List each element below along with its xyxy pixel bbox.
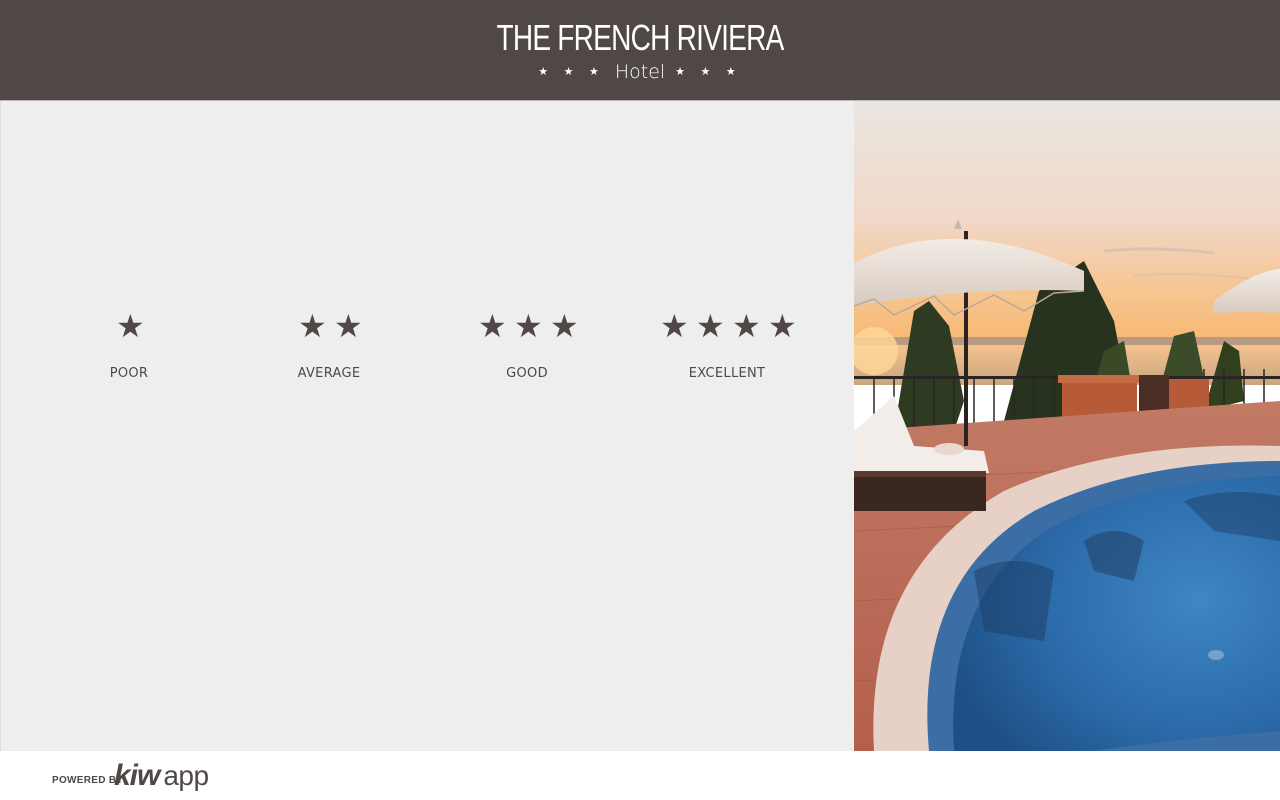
star-icon: ★ <box>660 307 689 345</box>
star-icon-group: ★ ★ ★ <box>427 306 627 346</box>
star-icon: ★ <box>732 307 761 345</box>
rating-option-poor[interactable]: ★ POOR <box>29 306 229 386</box>
decorative-stars-left-icon: ★ ★ ★ <box>538 65 605 78</box>
star-icon: ★ <box>514 307 543 345</box>
powered-by-text: POWERED BY <box>52 775 124 786</box>
star-icon: ★ <box>768 307 797 345</box>
rating-panel: ★ POOR ★ ★ AVERAGE ★ ★ ★ GOOD ★ ★ ★ ★ EX… <box>0 101 854 751</box>
rating-option-good[interactable]: ★ ★ ★ GOOD <box>427 306 627 386</box>
rating-option-average[interactable]: ★ ★ AVERAGE <box>229 306 429 386</box>
hotel-subtitle: Hotel <box>614 61 666 83</box>
star-icon-group: ★ ★ <box>229 306 429 346</box>
kiwapp-logo: kiw app <box>114 759 209 793</box>
hotel-pool-photo <box>854 101 1280 751</box>
star-icon: ★ <box>334 307 363 345</box>
star-icon-group: ★ <box>29 306 229 346</box>
star-icon: ★ <box>478 307 507 345</box>
star-icon: ★ <box>116 307 145 345</box>
hotel-subtitle-row: ★ ★ ★ Hotel ★ ★ ★ <box>0 60 1280 84</box>
rating-label: POOR <box>109 366 149 381</box>
rating-label: EXCELLENT <box>688 366 766 381</box>
star-icon: ★ <box>696 307 725 345</box>
hotel-title: THE FRENCH RIVIERA <box>496 17 784 58</box>
decorative-stars-right-icon: ★ ★ ★ <box>675 65 742 78</box>
rating-option-excellent[interactable]: ★ ★ ★ ★ EXCELLENT <box>627 306 827 386</box>
app-header: THE FRENCH RIVIERA ★ ★ ★ Hotel ★ ★ ★ <box>0 0 1280 101</box>
rating-label: AVERAGE <box>297 366 361 381</box>
logo-app-text: app <box>163 760 209 791</box>
rating-label: GOOD <box>506 366 548 381</box>
app-footer: POWERED BY kiw app <box>0 751 1280 800</box>
star-icon: ★ <box>298 307 327 345</box>
logo-kiw-text: kiw <box>114 759 160 792</box>
star-icon: ★ <box>550 307 579 345</box>
star-icon-group: ★ ★ ★ ★ <box>627 306 827 346</box>
